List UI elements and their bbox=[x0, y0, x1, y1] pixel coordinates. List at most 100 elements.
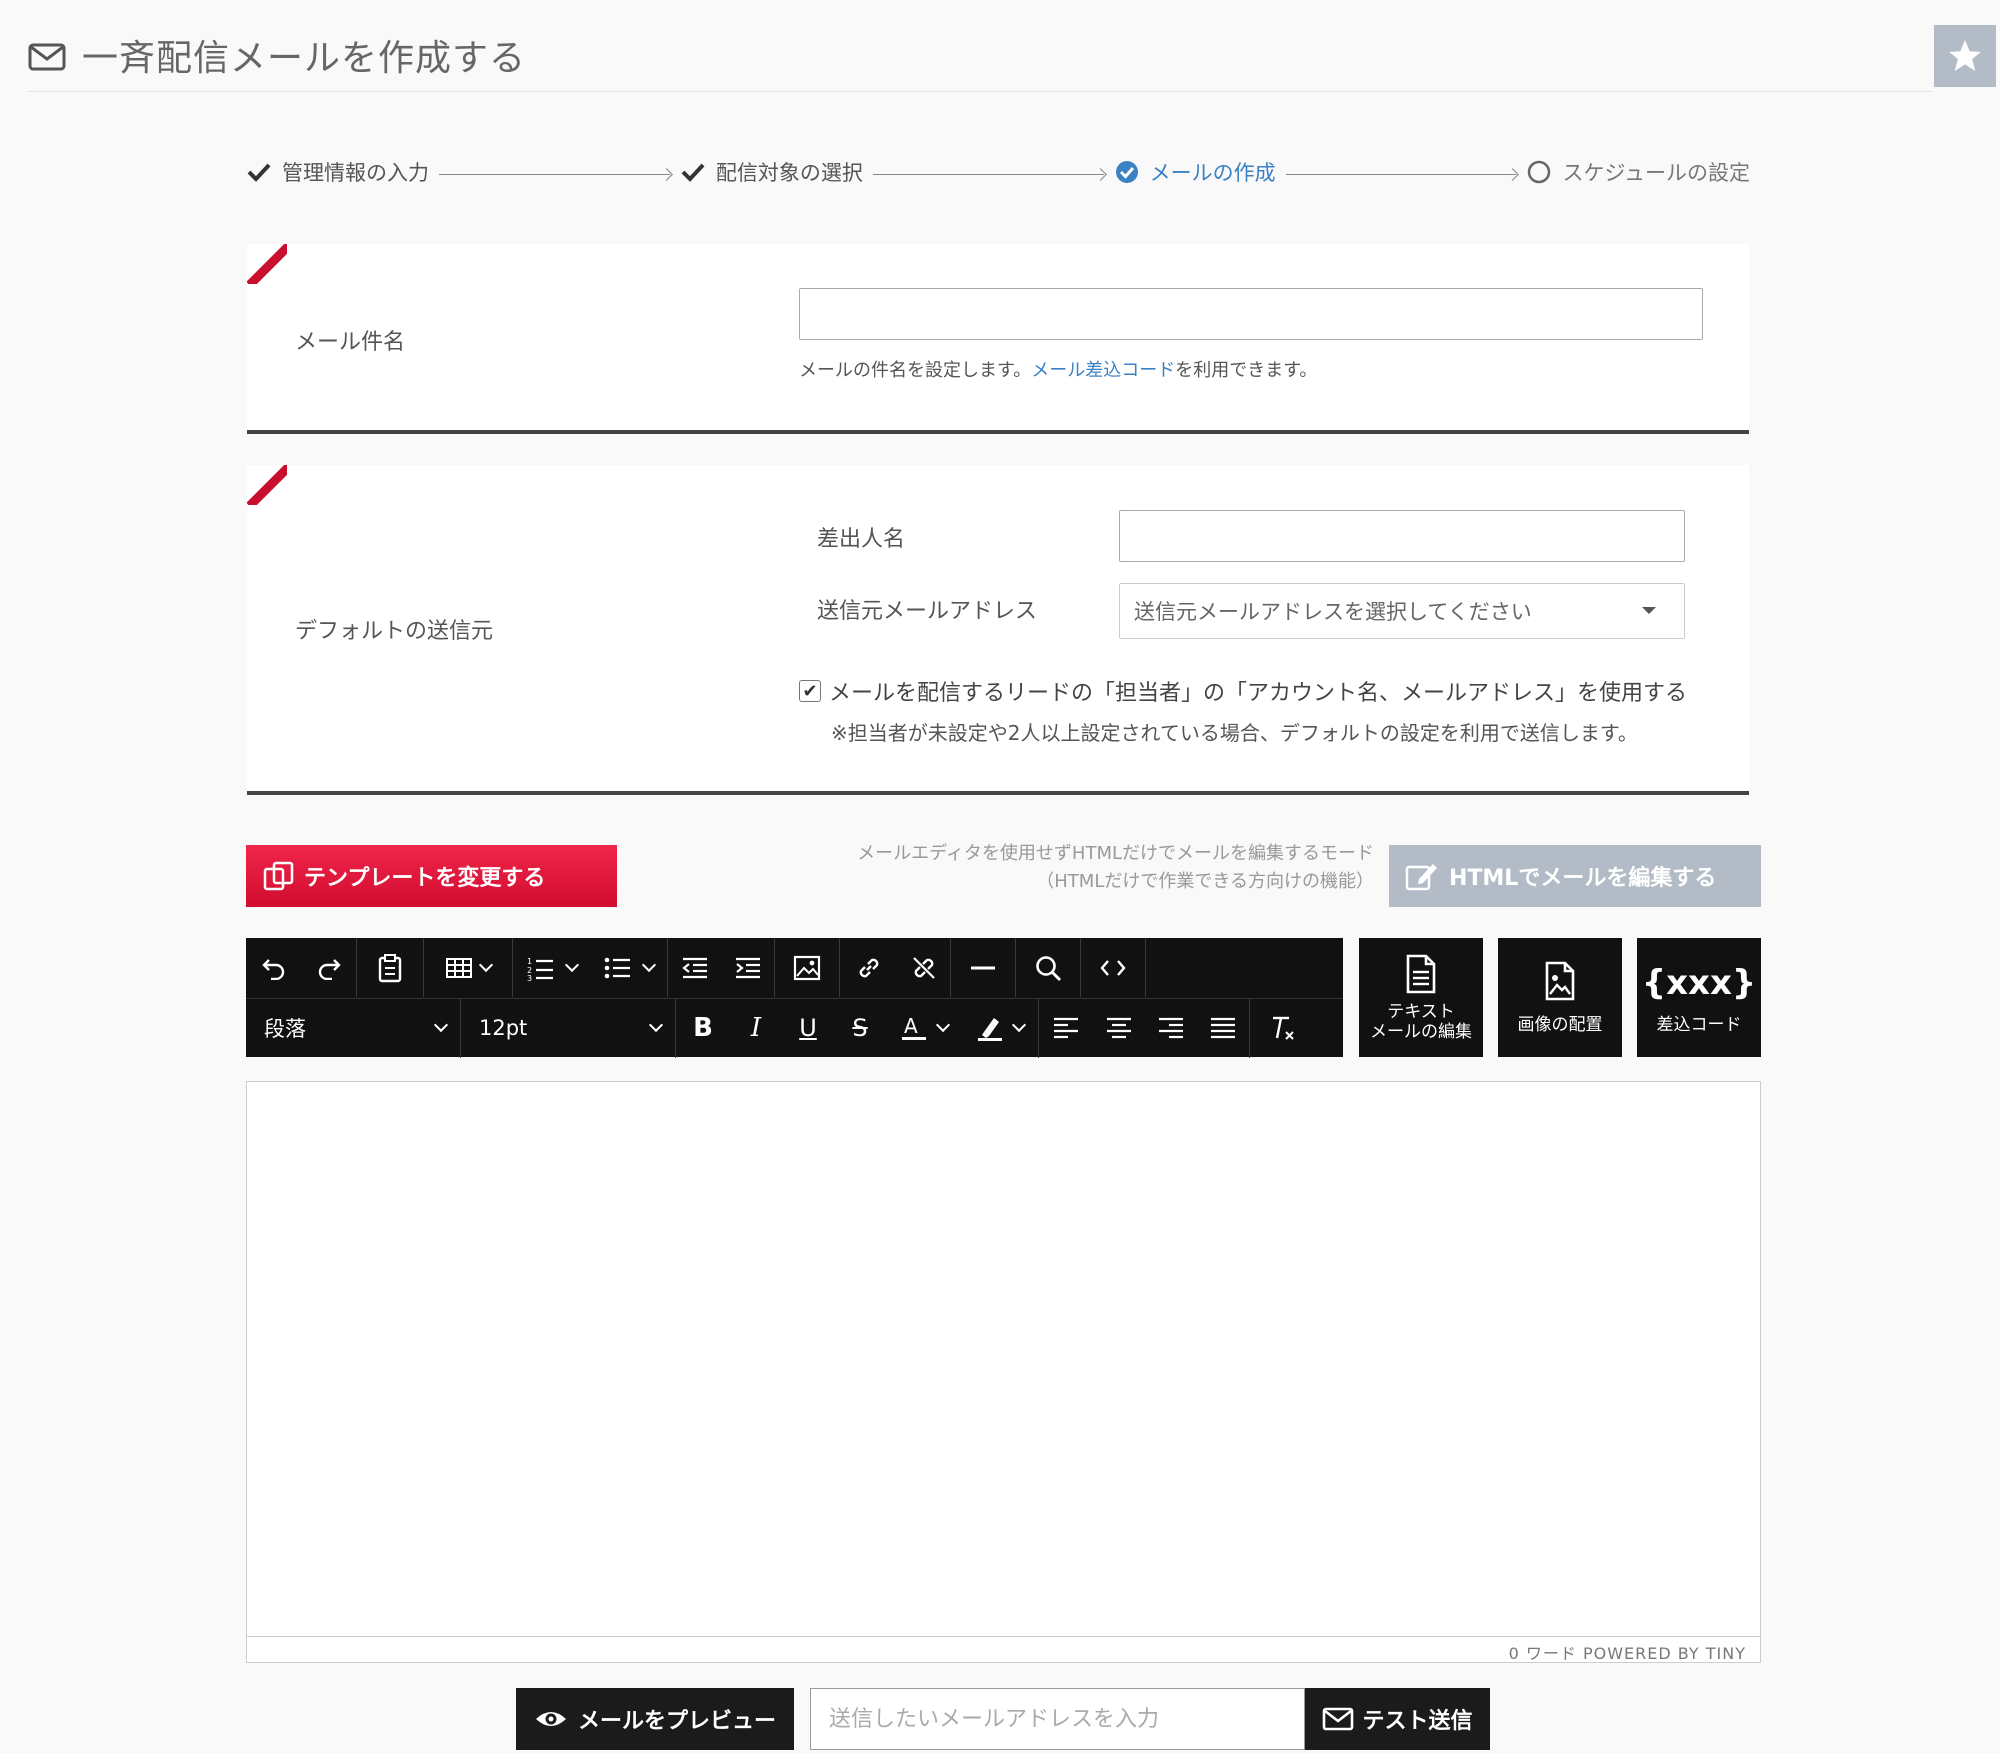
step-connector bbox=[872, 173, 1104, 175]
align-right-icon[interactable] bbox=[1145, 999, 1197, 1058]
use-owner-row: ✔ メールを配信するリードの「担当者」の「アカウント名、メールアドレス」を使用す… bbox=[799, 675, 1687, 707]
chevron-down-icon bbox=[641, 957, 657, 972]
image-layout-button[interactable]: 画像の配置 bbox=[1498, 938, 1622, 1057]
align-justify-icon[interactable] bbox=[1197, 999, 1249, 1058]
test-send-button[interactable]: テスト送信 bbox=[1305, 1688, 1490, 1750]
source-code-icon[interactable] bbox=[1081, 938, 1145, 997]
align-left-icon[interactable] bbox=[1039, 999, 1093, 1058]
image-icon[interactable] bbox=[775, 938, 839, 997]
font-size-value: 12pt bbox=[479, 1016, 528, 1040]
chevron-down-icon bbox=[648, 1017, 664, 1033]
chevron-down-icon bbox=[1011, 1017, 1027, 1033]
text-color-icon[interactable]: A bbox=[886, 999, 962, 1058]
toolbar-row-1: 123 bbox=[246, 938, 1146, 997]
help-text: を利用できます。 bbox=[1175, 360, 1318, 381]
indent-icon[interactable] bbox=[722, 938, 774, 997]
strikethrough-icon[interactable]: S bbox=[834, 999, 886, 1058]
edit-html-button[interactable]: HTMLでメールを編集する bbox=[1389, 845, 1761, 907]
sender-name-input[interactable] bbox=[1119, 510, 1685, 562]
unlink-icon[interactable] bbox=[898, 938, 950, 997]
button-label: テンプレートを変更する bbox=[304, 866, 546, 891]
test-email-input[interactable] bbox=[810, 1688, 1305, 1750]
step-connector bbox=[439, 173, 670, 175]
html-note-line: （HTMLだけで作業できる方向けの機能） bbox=[1036, 871, 1374, 892]
link-icon[interactable] bbox=[840, 938, 898, 997]
align-center-icon[interactable] bbox=[1093, 999, 1145, 1058]
envelope-icon bbox=[28, 43, 66, 70]
step-label: メールの作成 bbox=[1149, 161, 1276, 185]
document-icon bbox=[1406, 954, 1436, 993]
outdent-icon[interactable] bbox=[668, 938, 722, 997]
check-circle-icon bbox=[1114, 159, 1140, 185]
step-admin-info: 管理情報の入力 bbox=[246, 157, 429, 187]
merge-code-link[interactable]: メール差込コード bbox=[1031, 360, 1175, 381]
sender-address-label: 送信元メールアドレス bbox=[817, 599, 1038, 624]
chevron-down-icon bbox=[935, 1017, 951, 1033]
numbered-list-icon[interactable]: 123 bbox=[513, 938, 591, 997]
button-label: HTMLでメールを編集する bbox=[1449, 866, 1717, 891]
paste-icon[interactable] bbox=[357, 938, 423, 997]
step-label: 配信対象の選択 bbox=[715, 161, 863, 185]
editor-toolbar: 123 段落 12pt B I U S A bbox=[246, 938, 1343, 1058]
toolbar-separator bbox=[1145, 938, 1146, 997]
font-size-select[interactable]: 12pt bbox=[461, 999, 675, 1058]
step-target-select: 配信対象の選択 bbox=[680, 157, 863, 187]
bold-icon[interactable]: B bbox=[676, 999, 730, 1058]
clear-formatting-icon[interactable] bbox=[1250, 999, 1314, 1058]
redo-icon[interactable] bbox=[302, 938, 356, 997]
page-header: 一斉配信メールを作成する bbox=[28, 18, 1932, 92]
button-label-line: テキスト bbox=[1387, 1001, 1455, 1022]
chevron-down-icon bbox=[564, 957, 580, 972]
html-note-line: メールエディタを使用せずHTMLだけでメールを編集するモード bbox=[857, 843, 1374, 864]
chevron-down-icon bbox=[478, 957, 494, 972]
change-template-button[interactable]: テンプレートを変更する bbox=[246, 845, 617, 907]
subject-help: メールの件名を設定します。メール差込コードを利用できます。 bbox=[799, 356, 1317, 382]
image-file-icon bbox=[1545, 961, 1575, 1000]
underline-icon[interactable]: U bbox=[782, 999, 834, 1058]
button-label: 差込コード bbox=[1656, 1014, 1742, 1035]
subject-section: メール件名 メールの件名を設定します。メール差込コードを利用できます。 bbox=[247, 244, 1749, 434]
svg-text:A: A bbox=[904, 1014, 918, 1038]
star-icon bbox=[1949, 40, 1981, 72]
envelope-icon bbox=[1323, 1707, 1354, 1731]
subject-input[interactable] bbox=[799, 288, 1703, 340]
merge-code-symbol: {xxx} bbox=[1641, 962, 1757, 1003]
button-label: テスト送信 bbox=[1362, 1709, 1473, 1734]
text-mail-edit-button[interactable]: テキスト メールの編集 bbox=[1359, 938, 1483, 1057]
bottom-actions: メールをプレビュー テスト送信 bbox=[516, 1688, 1490, 1750]
required-marker bbox=[247, 244, 287, 284]
undo-icon[interactable] bbox=[246, 938, 302, 997]
subject-label: メール件名 bbox=[295, 330, 406, 355]
block-format-value: 段落 bbox=[264, 1017, 306, 1041]
use-owner-label: メールを配信するリードの「担当者」の「アカウント名、メールアドレス」を使用する bbox=[829, 681, 1688, 706]
merge-code-button[interactable]: {xxx} 差込コード bbox=[1637, 938, 1761, 1057]
block-format-select[interactable]: 段落 bbox=[246, 999, 460, 1058]
favorite-button[interactable] bbox=[1934, 25, 1996, 87]
page-title: 一斉配信メールを作成する bbox=[82, 37, 527, 79]
preview-button[interactable]: メールをプレビュー bbox=[516, 1688, 794, 1750]
sender-address-select[interactable]: 送信元メールアドレスを選択してください bbox=[1119, 583, 1685, 639]
table-icon[interactable] bbox=[424, 938, 512, 997]
use-owner-checkbox[interactable]: ✔ bbox=[799, 680, 821, 702]
required-marker bbox=[247, 465, 287, 505]
svg-text:3: 3 bbox=[527, 974, 532, 981]
editor-status-bar: 0 ワード POWERED BY TINY bbox=[247, 1636, 1760, 1663]
italic-icon[interactable]: I bbox=[730, 999, 782, 1058]
sender-name-label: 差出人名 bbox=[817, 527, 906, 552]
button-label: メールをプレビュー bbox=[577, 1709, 776, 1734]
sender-section: デフォルトの送信元 差出人名 送信元メールアドレス 送信元メールアドレスを選択し… bbox=[247, 465, 1749, 795]
edit-icon bbox=[1405, 864, 1437, 891]
button-label-line: メールの編集 bbox=[1370, 1021, 1472, 1042]
caret-down-icon bbox=[1642, 607, 1656, 614]
circle-icon bbox=[1526, 159, 1552, 185]
search-icon[interactable] bbox=[1016, 938, 1080, 997]
check-icon bbox=[246, 159, 272, 185]
step-mail-create: メールの作成 bbox=[1114, 157, 1276, 187]
chevron-down-icon bbox=[433, 1017, 449, 1033]
bullet-list-icon[interactable] bbox=[591, 938, 667, 997]
toolbar-row-2: 段落 12pt B I U S A bbox=[246, 998, 1343, 1058]
progress-steps: 管理情報の入力 配信対象の選択 メールの作成 スケジュールの設定 bbox=[246, 152, 1750, 192]
horizontal-line-icon[interactable] bbox=[951, 938, 1015, 997]
highlight-icon[interactable] bbox=[962, 999, 1038, 1058]
mail-body-editor[interactable]: 0 ワード POWERED BY TINY bbox=[246, 1081, 1761, 1663]
